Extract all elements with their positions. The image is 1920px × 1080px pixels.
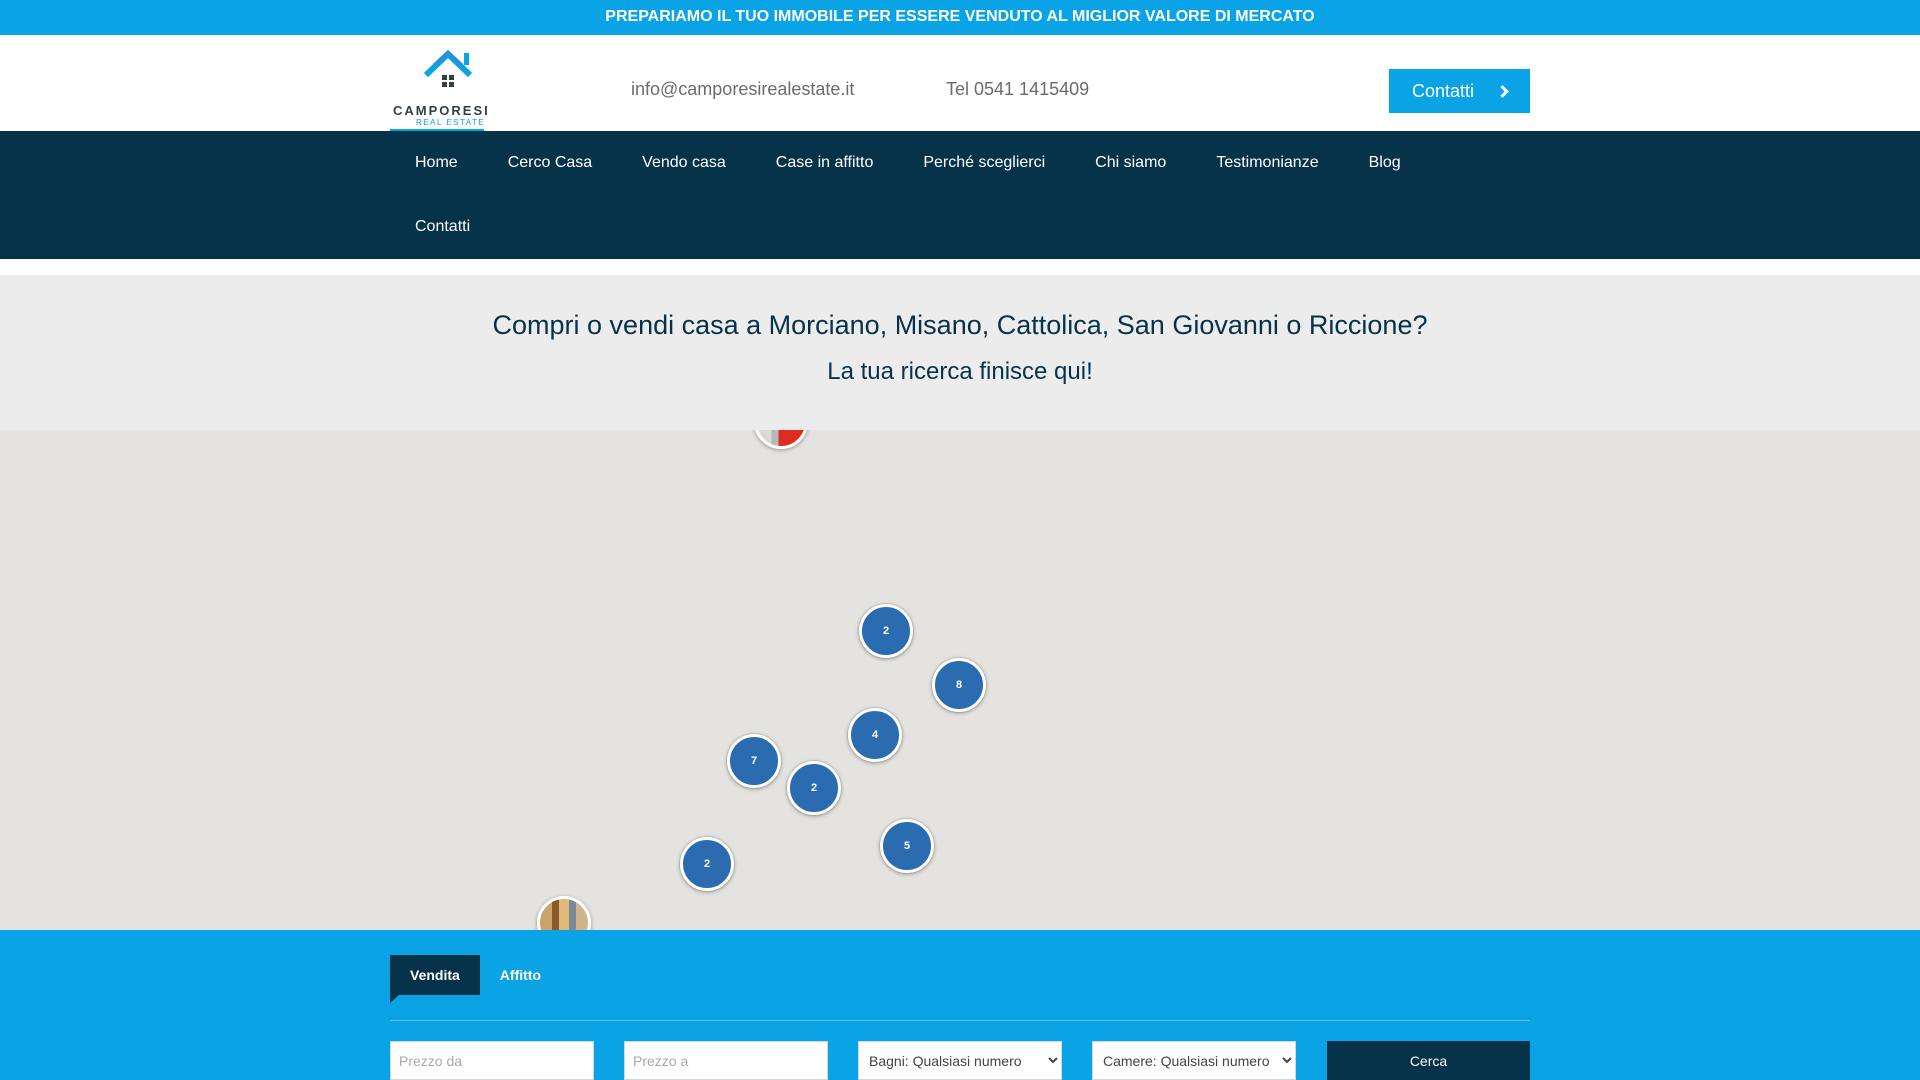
nav-item-case-in-affitto[interactable]: Case in affitto xyxy=(751,131,899,195)
map-cluster[interactable]: 2 xyxy=(680,837,734,891)
nav-item-contatti[interactable]: Contatti xyxy=(390,195,495,259)
logo-brand: CAMPORESI xyxy=(393,103,490,118)
nav-item-testimonianze[interactable]: Testimonianze xyxy=(1191,131,1343,195)
map-cluster[interactable]: 2 xyxy=(859,604,913,658)
nav-item-cerco-casa[interactable]: Cerco Casa xyxy=(483,131,617,195)
property-photo-pin[interactable] xyxy=(537,896,591,930)
hero-subtitle: La tua ricerca finisce qui! xyxy=(827,358,1093,385)
property-map[interactable]: 2 8 4 7 2 5 2 xyxy=(0,430,1920,930)
phone-link[interactable]: Tel 0541 1415409 xyxy=(946,79,1089,100)
nav-item-home[interactable]: Home xyxy=(390,131,483,195)
map-cluster[interactable]: 7 xyxy=(727,734,781,788)
nav-item-vendo-casa[interactable]: Vendo casa xyxy=(617,131,751,195)
hero-title: Compri o vendi casa a Morciano, Misano, … xyxy=(492,310,1428,340)
hero: Compri o vendi casa a Morciano, Misano, … xyxy=(0,275,1920,430)
nav-item-perche-sceglierci[interactable]: Perché sceglierci xyxy=(898,131,1070,195)
rooms-select[interactable]: Camere: Qualsiasi numero xyxy=(1092,1041,1296,1080)
promo-banner-text: PREPARIAMO IL TUO IMMOBILE PER ESSERE VE… xyxy=(605,8,1315,25)
search-tabs: Vendita Affitto xyxy=(390,955,561,1003)
logo[interactable]: CAMPORESI REAL ESTATE xyxy=(390,45,506,132)
map-cluster[interactable]: 8 xyxy=(932,658,986,712)
header: CAMPORESI REAL ESTATE info@camporesireal… xyxy=(0,35,1920,132)
property-search: Vendita Affitto Bagni: Qualsiasi numero … xyxy=(0,930,1920,1080)
nav-item-chi-siamo[interactable]: Chi siamo xyxy=(1070,131,1191,195)
price-from-input[interactable] xyxy=(390,1041,594,1080)
promo-banner: PREPARIAMO IL TUO IMMOBILE PER ESSERE VE… xyxy=(0,0,1920,35)
chevron-right-icon xyxy=(1496,85,1509,98)
bathrooms-select[interactable]: Bagni: Qualsiasi numero xyxy=(858,1041,1062,1080)
main-nav: Home Cerco Casa Vendo casa Case in affit… xyxy=(0,131,1920,259)
tab-vendita[interactable]: Vendita xyxy=(390,955,480,1003)
nav-item-blog[interactable]: Blog xyxy=(1344,131,1426,195)
map-cluster[interactable]: 2 xyxy=(787,761,841,815)
search-divider xyxy=(390,1020,1530,1021)
nav-menu: Home Cerco Casa Vendo casa Case in affit… xyxy=(390,131,1530,259)
map-cluster[interactable]: 5 xyxy=(880,819,934,873)
contact-button[interactable]: Contatti xyxy=(1389,69,1530,113)
logo-subtitle: REAL ESTATE xyxy=(416,118,486,127)
house-logo-icon xyxy=(423,49,473,87)
email-link[interactable]: info@camporesirealestate.it xyxy=(631,79,854,100)
contact-button-label: Contatti xyxy=(1411,80,1475,101)
price-to-input[interactable] xyxy=(624,1041,828,1080)
property-photo-pin[interactable] xyxy=(754,430,808,449)
search-button[interactable]: Cerca xyxy=(1327,1041,1530,1080)
tab-affitto[interactable]: Affitto xyxy=(480,955,561,995)
map-cluster[interactable]: 4 xyxy=(848,708,902,762)
